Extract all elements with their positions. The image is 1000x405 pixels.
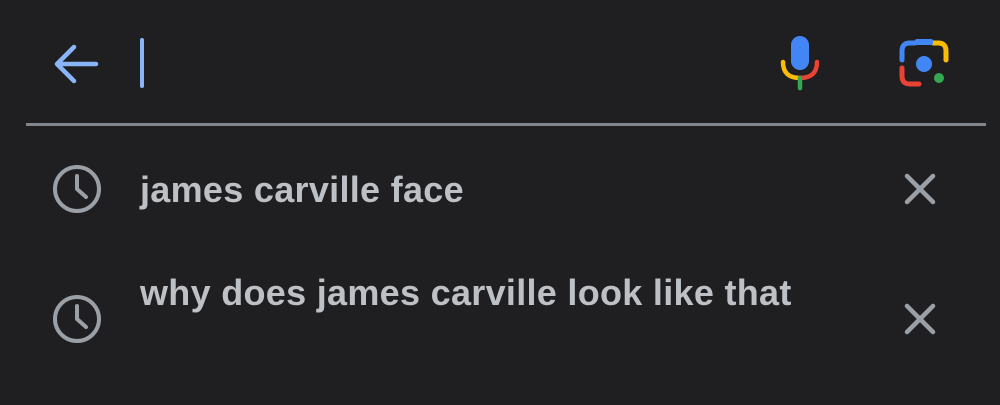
history-clock-icon xyxy=(48,290,106,348)
close-x-icon xyxy=(904,303,936,335)
remove-suggestion-button[interactable] xyxy=(898,167,942,211)
back-button[interactable] xyxy=(50,38,102,90)
voice-search-button[interactable] xyxy=(774,32,826,92)
google-lens-button[interactable] xyxy=(895,36,953,92)
arrow-back-icon xyxy=(54,44,99,84)
search-panel: james carville face why does james carvi… xyxy=(0,0,1000,405)
remove-suggestion-button[interactable] xyxy=(898,297,942,341)
suggestion-item[interactable]: james carville face xyxy=(0,130,1000,250)
mic-icon xyxy=(780,36,820,91)
history-clock-icon xyxy=(48,160,106,218)
suggestion-label: why does james carville look like that xyxy=(140,272,792,313)
divider xyxy=(26,123,986,126)
search-bar xyxy=(0,0,1000,124)
suggestion-label: james carville face xyxy=(140,169,464,210)
search-input[interactable] xyxy=(132,32,732,92)
close-x-icon xyxy=(904,173,936,205)
text-caret xyxy=(140,38,144,88)
google-lens-icon xyxy=(899,39,949,87)
suggestion-item[interactable]: why does james carville look like that xyxy=(0,250,1000,400)
